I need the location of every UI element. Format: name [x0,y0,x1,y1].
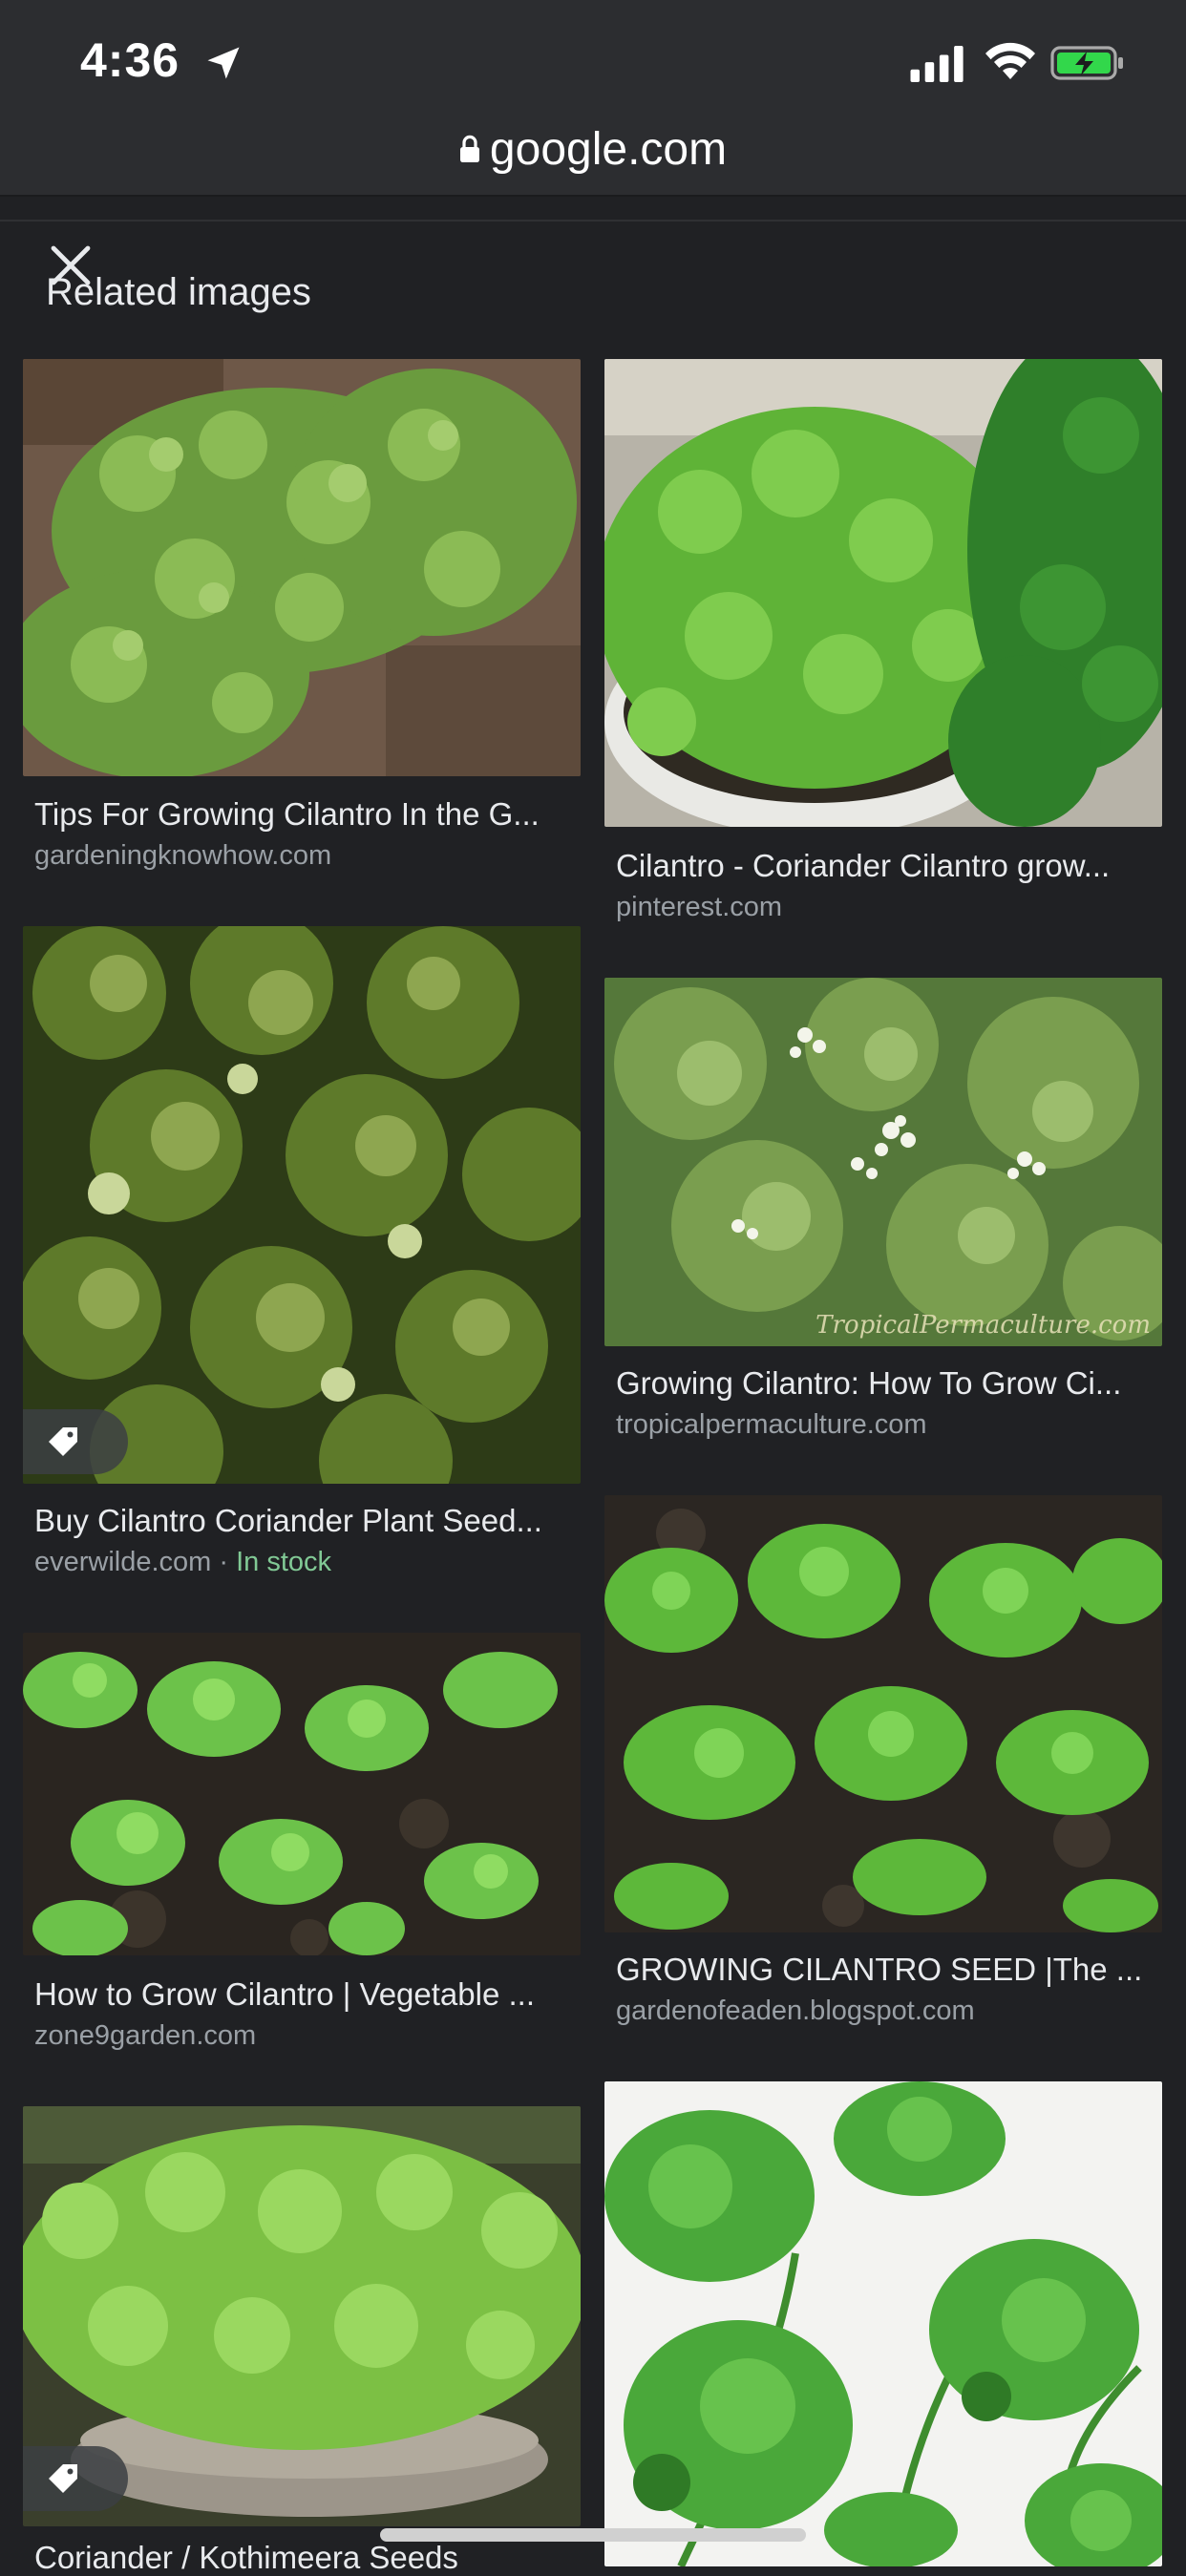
url-text: google.com [489,123,728,175]
product-tag-badge [23,2446,128,2511]
result-title[interactable]: Cilantro - Coriander Cilantro grow... [616,848,1156,884]
tag-icon [49,2464,77,2493]
result-card[interactable]: Tips For Growing Cilantro In the G... ga… [23,359,581,894]
divider [0,220,1186,222]
result-source-site: everwilde.com [34,1547,212,1577]
result-card[interactable]: Cilantro - Coriander Cilantro grow... pi… [604,359,1162,932]
url-bar[interactable]: google.com [0,120,1186,178]
result-title[interactable]: Growing Cilantro: How To Grow Ci... [616,1365,1156,1402]
battery-charging-icon [1050,46,1123,80]
wifi-icon [985,42,1035,79]
result-image[interactable] [23,1633,581,1955]
result-image[interactable] [604,2081,1162,2566]
result-card[interactable]: GROWING CILANTRO SEED |The ... gardenofe… [604,1495,1162,2030]
result-source: gardenofeaden.blogspot.com [616,1995,975,2026]
result-title[interactable]: How to Grow Cilantro | Vegetable ... [34,1976,575,2013]
result-card[interactable]: How to Grow Cilantro | Vegetable ... zon… [23,1633,581,2062]
status-time: 4:36 [80,33,180,87]
home-indicator[interactable] [380,2528,806,2542]
result-card[interactable]: Coriander / Kothimeera Seeds [23,2106,581,2575]
result-source: pinterest.com [616,892,783,922]
source-separator: · [211,1547,237,1577]
result-title[interactable]: Buy Cilantro Coriander Plant Seed... [34,1503,575,1539]
browser-chrome: 4:36 google.com [0,0,1186,197]
result-source: everwilde.com · In stock [34,1547,331,1578]
result-title[interactable]: GROWING CILANTRO SEED |The ... [616,1952,1156,1988]
result-title[interactable]: Coriander / Kothimeera Seeds [34,2540,575,2576]
result-card[interactable]: TropicalPermaculture.com Growing Cilantr… [604,978,1162,1455]
result-card[interactable] [604,2081,1162,2566]
lock-icon [459,135,479,162]
result-image[interactable] [23,359,581,776]
result-image[interactable]: TropicalPermaculture.com [604,978,1162,1346]
result-image[interactable] [604,1495,1162,1932]
signal-icon [910,46,964,82]
result-image[interactable] [604,359,1162,827]
result-source: tropicalpermaculture.com [616,1409,927,1440]
result-source: gardeningknowhow.com [34,840,332,871]
result-source: zone9garden.com [34,2020,257,2051]
image-watermark: TropicalPermaculture.com [815,1311,1151,1340]
product-tag-badge [23,1409,128,1474]
result-card[interactable]: Buy Cilantro Coriander Plant Seed... eve… [23,926,581,1585]
result-image[interactable] [23,926,581,1484]
section-title: Related images [46,271,311,313]
location-arrow-icon [207,47,240,79]
tag-icon [49,1427,77,1456]
stock-status: In stock [236,1547,332,1577]
result-title[interactable]: Tips For Growing Cilantro In the G... [34,796,575,833]
